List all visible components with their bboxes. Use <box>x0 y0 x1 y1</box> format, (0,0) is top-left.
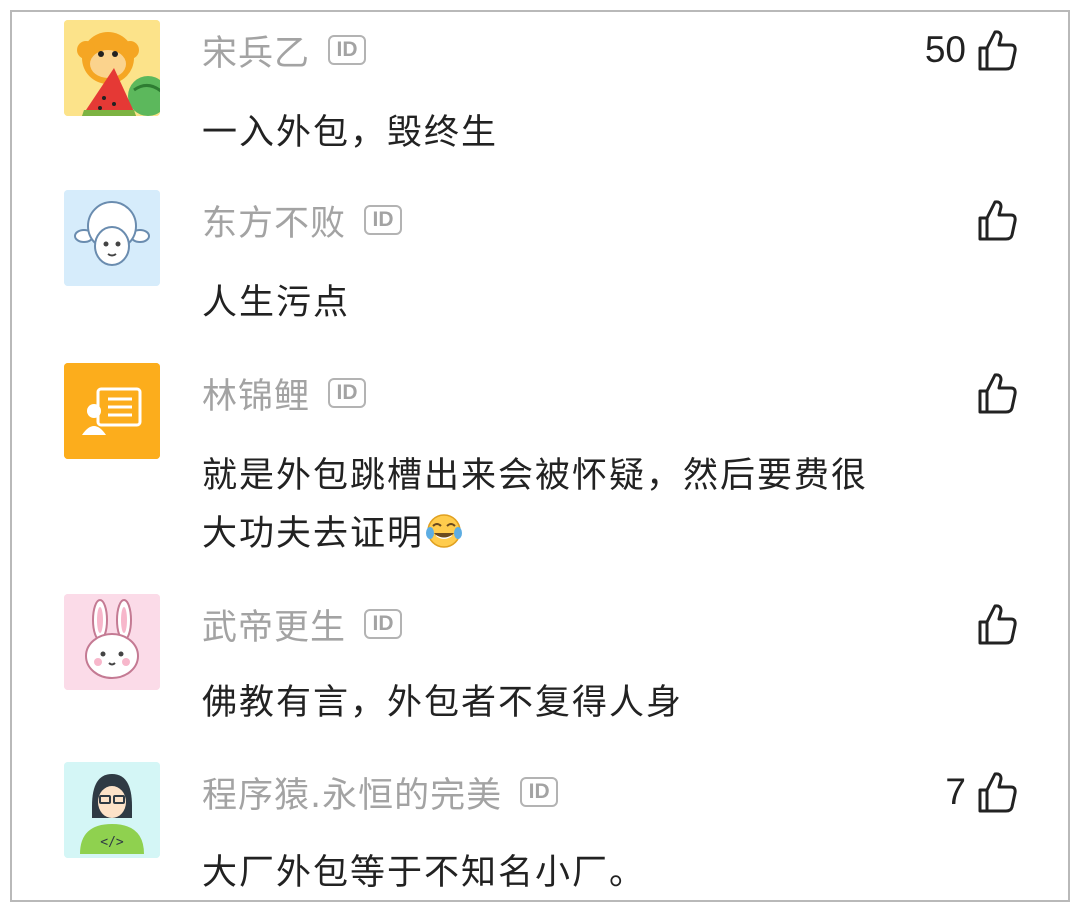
comment-text-line: 大功夫去证明 <box>202 514 425 554</box>
id-badge: ID <box>328 35 367 65</box>
rabbit-icon <box>64 594 160 690</box>
avatar[interactable]: </> <box>64 762 160 858</box>
monkey-watermelon-icon <box>64 20 160 116</box>
programmer-icon: </> <box>64 762 160 858</box>
like-button[interactable] <box>966 198 1018 242</box>
id-badge: ID <box>328 378 367 408</box>
comment-text: 大功夫去证明 <box>202 505 464 556</box>
tears-of-joy-emoji-icon <box>426 514 463 548</box>
like-count: 7 <box>945 771 966 812</box>
thumbs-up-icon <box>978 373 1017 414</box>
thumbs-up-icon <box>978 200 1017 241</box>
id-badge: ID <box>364 205 403 235</box>
thumbs-up-icon <box>978 604 1017 645</box>
thumbs-up-icon <box>978 30 1017 71</box>
like-button[interactable]: 50 <box>925 28 1018 72</box>
username[interactable]: 东方不败 <box>202 195 346 246</box>
comment-text: 一入外包，毁终生 <box>202 113 499 153</box>
avatar[interactable] <box>64 594 160 690</box>
username[interactable]: 林锦鲤 <box>202 368 310 419</box>
like-button[interactable]: 7 <box>945 770 1018 814</box>
like-button[interactable] <box>966 371 1018 415</box>
id-card-icon <box>64 363 160 459</box>
thumbs-up-icon <box>978 772 1017 813</box>
comment-text: 就是外包跳槽出来会被怀疑，然后要费很 <box>202 456 869 496</box>
like-button[interactable] <box>966 602 1018 646</box>
comment-text: 佛教有言，外包者不复得人身 <box>202 683 684 723</box>
sheep-icon <box>64 190 160 286</box>
comment-text: 人生污点 <box>202 283 351 323</box>
id-badge: ID <box>520 777 559 807</box>
comment-text: 大厂外包等于不知名小厂。 <box>202 853 647 893</box>
comment-list: 宋兵乙 ID 50 一入外包，毁终生 东方不败 ID 人生污点 林锦鲤 ID 就… <box>10 10 1070 902</box>
avatar[interactable] <box>64 20 160 116</box>
id-badge: ID <box>364 609 403 639</box>
like-count: 50 <box>924 29 966 70</box>
avatar[interactable] <box>64 363 160 459</box>
username[interactable]: 武帝更生 <box>202 599 346 650</box>
username[interactable]: 程序猿.永恒的完美 <box>202 767 502 818</box>
svg-text:</>: </> <box>100 835 124 850</box>
username[interactable]: 宋兵乙 <box>202 25 310 76</box>
avatar[interactable] <box>64 190 160 286</box>
